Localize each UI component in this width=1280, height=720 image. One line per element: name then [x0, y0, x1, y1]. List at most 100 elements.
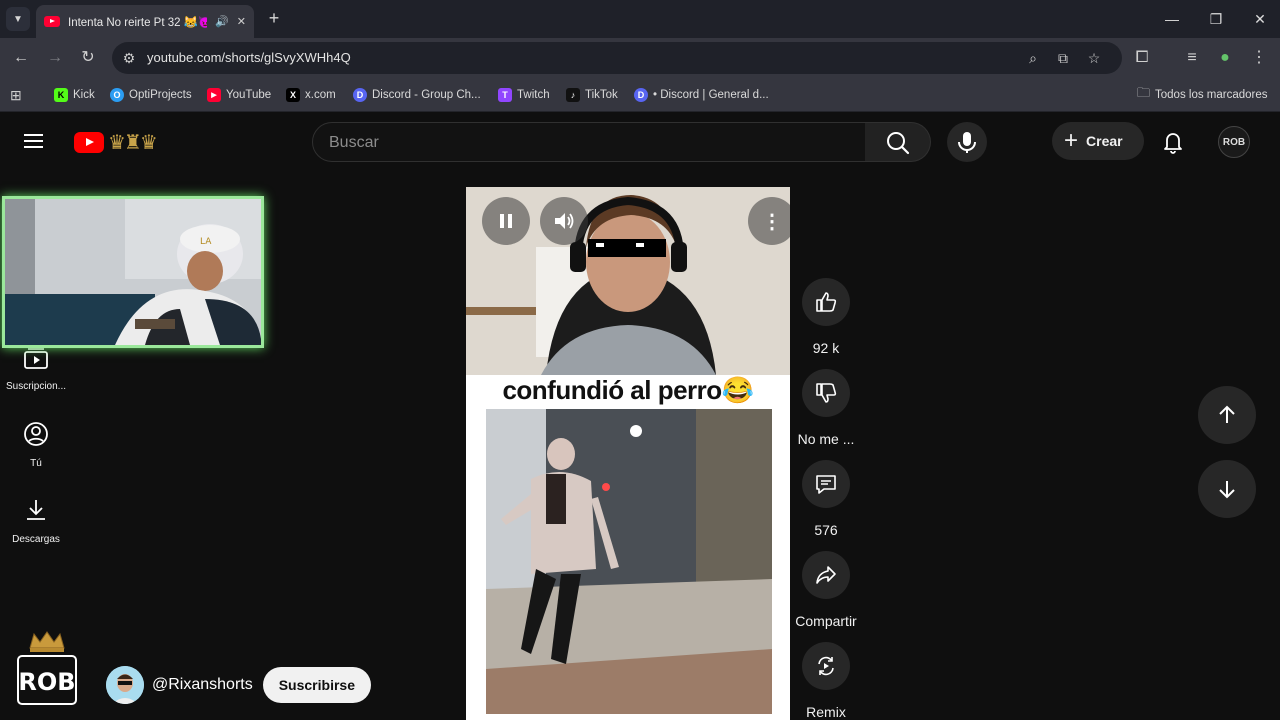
install-app-icon[interactable]: ⧉ [1054, 49, 1072, 67]
bookmark-x[interactable]: Xx.com [286, 86, 336, 104]
arrow-down-icon [1219, 481, 1235, 499]
youtube-page: ♛♜♛ + Crear ROB Suscripcion... Tú Descar… [0, 112, 1280, 720]
download-icon [27, 500, 45, 520]
bookmark-twitch[interactable]: T Twitch [498, 86, 550, 104]
all-bookmarks[interactable]: 🗀 Todos los marcadores [1137, 85, 1268, 104]
back-button[interactable]: ← [10, 47, 32, 69]
bookmarks-bar: ⊞ K Kick O OptiProjects ▶ YouTube Xx.com DD… [0, 78, 1280, 112]
bookmark-optiprojects[interactable]: O OptiProjects [110, 86, 192, 104]
close-window-button[interactable]: ✕ [1246, 8, 1274, 30]
plus-icon: + [1064, 127, 1079, 154]
arrow-up-icon [1219, 405, 1235, 423]
like-action[interactable]: 92 k [786, 278, 866, 356]
webcam-feed-image: LA [5, 199, 261, 345]
pause-icon [500, 214, 512, 228]
share-button[interactable] [802, 551, 850, 599]
share-action[interactable]: Compartir [786, 551, 866, 629]
media-control-icon[interactable]: ≡ [1181, 47, 1203, 69]
browser-tab[interactable]: Intenta No reirte Pt 32 😹😈 🔊 ✕ [36, 5, 254, 38]
apps-icon[interactable]: ⊞ [10, 86, 22, 104]
sidebar-item-subscriptions[interactable]: Suscripcion... [0, 348, 72, 392]
new-tab-button[interactable]: + [264, 8, 284, 28]
rob-brand-logo: ROB [16, 630, 78, 710]
site-settings-icon[interactable]: ⚙ [120, 49, 138, 67]
sidebar-item-downloads[interactable]: Descargas [0, 497, 72, 545]
tab-search-button[interactable]: ▼ [6, 7, 30, 31]
reload-button[interactable]: ↻ [77, 47, 99, 69]
more-options-icon[interactable]: ⋮ [748, 197, 790, 245]
bookmark-star-icon[interactable]: ☆ [1085, 49, 1103, 67]
voice-search-button[interactable] [947, 122, 987, 162]
bookmark-youtube[interactable]: ▶ YouTube [207, 86, 271, 104]
microphone-icon [958, 132, 976, 153]
bookmark-discord-group[interactable]: D Discord - Group Ch... [353, 86, 481, 104]
search-icon [887, 132, 910, 155]
extensions-icon[interactable]: ⧠ [1131, 47, 1153, 69]
speaker-icon[interactable]: 🔊 [215, 15, 229, 28]
bookmark-kick[interactable]: K Kick [54, 86, 95, 104]
twitch-icon: T [498, 88, 512, 102]
search-box [312, 122, 866, 162]
like-count: 92 k [812, 340, 840, 356]
next-short-button[interactable] [1198, 460, 1256, 518]
address-bar[interactable]: ⚙ youtube.com/shorts/glSvyXWHh4Q ⌕ ⧉ ☆ [112, 42, 1122, 74]
video-top-frame: ⋮ [466, 187, 790, 375]
bookmark-discord-general[interactable]: D • Discord | General d... [634, 86, 769, 104]
create-button[interactable]: + Crear [1052, 122, 1144, 160]
like-button[interactable] [802, 278, 850, 326]
share-icon [816, 566, 836, 584]
remix-button[interactable] [802, 642, 850, 690]
youtube-play-logo-icon [74, 132, 104, 153]
pause-button[interactable] [482, 197, 530, 245]
discord-icon: D [353, 88, 367, 102]
kick-icon: K [54, 88, 68, 102]
folder-icon: 🗀 [1137, 85, 1151, 100]
chrome-menu-icon[interactable]: ⋮ [1248, 47, 1270, 69]
webcam-overlay: LA [2, 196, 264, 348]
previous-short-button[interactable] [1198, 386, 1256, 444]
shorts-video-player[interactable]: ⋮ confundió al perro😂 [466, 187, 790, 720]
subscribe-button[interactable]: Suscribirse [262, 667, 371, 703]
thumbs-up-icon [816, 292, 837, 312]
share-label: Compartir [795, 613, 857, 629]
x-icon: X [286, 88, 300, 102]
crown-doodle-icon: ♛♜♛ [108, 132, 158, 154]
zoom-icon[interactable]: ⌕ [1024, 49, 1042, 67]
minimize-button[interactable]: — [1158, 8, 1186, 30]
comments-action[interactable]: 576 [786, 460, 866, 538]
url-text[interactable]: youtube.com/shorts/glSvyXWHh4Q [147, 50, 351, 65]
notifications-bell-icon[interactable] [1160, 129, 1186, 155]
search-input[interactable] [329, 132, 829, 154]
dislike-action[interactable]: No me ... [786, 369, 866, 447]
remix-icon [818, 656, 834, 676]
restore-button[interactable]: ❐ [1202, 8, 1230, 30]
tiktok-icon: ♪ [566, 88, 580, 102]
comment-count: 576 [814, 522, 838, 538]
volume-button[interactable] [540, 197, 588, 245]
channel-row: @Rixanshorts Suscribirse [106, 666, 371, 704]
close-tab-icon[interactable]: ✕ [237, 15, 246, 28]
account-avatar[interactable]: ROB [1218, 126, 1250, 158]
subscriptions-icon [24, 348, 48, 369]
dislike-label: No me ... [797, 431, 855, 447]
remix-action[interactable]: Remix [786, 642, 866, 720]
search-button[interactable] [865, 122, 931, 162]
browser-tab-bar: ▼ Intenta No reirte Pt 32 😹😈 🔊 ✕ + — ❐ ✕ [0, 0, 1280, 38]
hamburger-menu-icon[interactable] [24, 130, 48, 154]
profile-icon[interactable]: ● [1214, 47, 1236, 69]
dislike-button[interactable] [802, 369, 850, 417]
sidebar-item-you[interactable]: Tú [0, 421, 72, 469]
comments-button[interactable] [802, 460, 850, 508]
channel-avatar[interactable] [106, 666, 144, 704]
youtube-logo[interactable]: ♛♜♛ [74, 130, 158, 155]
browser-toolbar: ← → ↻ ⚙ youtube.com/shorts/glSvyXWHh4Q ⌕… [0, 38, 1280, 78]
channel-handle[interactable]: @Rixanshorts [152, 676, 253, 694]
youtube-icon: ▶ [207, 88, 221, 102]
account-icon [24, 422, 48, 446]
comment-icon [816, 475, 836, 494]
forward-button[interactable]: → [44, 47, 66, 69]
svg-text:LA: LA [200, 237, 212, 247]
svg-text:ROB: ROB [18, 668, 75, 696]
bookmark-tiktok[interactable]: ♪ TikTok [566, 86, 618, 104]
discord-icon: D [634, 88, 648, 102]
